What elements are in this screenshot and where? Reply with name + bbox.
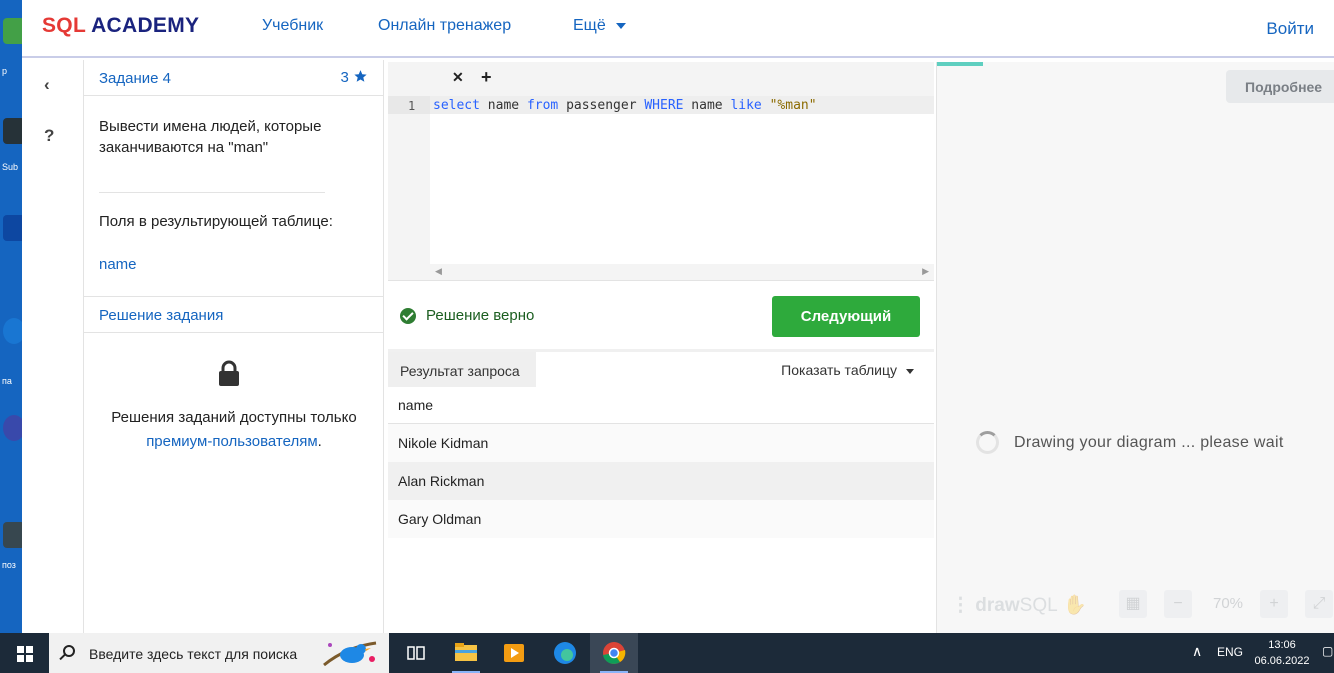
desktop-app-icon[interactable] — [3, 522, 22, 548]
chrome-browser-icon[interactable] — [590, 633, 638, 673]
diagram-loading-text: Drawing your diagram ... please wait — [1014, 434, 1284, 451]
horizontal-scrollbar[interactable]: ◀ ▶ — [430, 264, 934, 280]
lock-icon — [219, 360, 239, 386]
task-title: Задание 4 — [99, 70, 172, 87]
fullscreen-icon[interactable]: ⤢ — [1305, 590, 1333, 618]
status-row: Решение верно Следующий — [388, 280, 934, 346]
desktop-app-icon[interactable] — [3, 215, 22, 241]
help-icon[interactable]: ? — [44, 126, 54, 146]
result-fields-label: Поля в результирующей таблице: — [99, 213, 333, 230]
desktop-label: Sub — [2, 162, 19, 172]
editor-tabs: ✕ + — [388, 62, 934, 96]
tab-query-result[interactable]: Результат запроса — [388, 352, 536, 387]
drawsql-toolbar: ⋮ drawSQL ✋ ▦ − 70% + ⤢ — [951, 590, 1334, 618]
solution-title: Решение задания — [99, 307, 224, 324]
nav-more-dropdown[interactable]: Ещё — [573, 17, 626, 35]
windows-taskbar: Введите здесь текст для поиска ∧ ENG 13:… — [0, 633, 1334, 673]
task-header: Задание 4 3 — [84, 60, 384, 96]
desktop-app-icon[interactable] — [3, 118, 22, 144]
diagram-panel: Подробнее Drawing your diagram ... pleas… — [936, 62, 1334, 633]
task-description: Вывести имена людей, которые заканчивают… — [99, 118, 322, 156]
notification-icon[interactable]: ▢ — [1322, 644, 1333, 658]
more-details-button[interactable]: Подробнее — [1226, 70, 1334, 103]
video-player-icon[interactable] — [490, 633, 538, 673]
line-gutter: 1 — [388, 96, 430, 280]
sql-query-line[interactable]: select name from passenger WHERE name li… — [433, 98, 817, 113]
result-toolbar: Результат запроса Показать таблицу — [388, 349, 934, 387]
table-row: Nikole Kidman — [388, 424, 934, 462]
result-table: name Nikole Kidman Alan Rickman Gary Old… — [388, 387, 934, 538]
clock-time: 13:06 — [1268, 639, 1296, 651]
solution-section-header[interactable]: Решение задания — [84, 296, 384, 333]
show-table-dropdown[interactable]: Показать таблицу — [781, 362, 914, 378]
add-tab-icon[interactable]: + — [481, 67, 492, 88]
task-panel: Задание 4 3 Вывести имена людей, которые… — [84, 60, 384, 633]
zoom-in-icon[interactable]: + — [1260, 590, 1288, 618]
desktop-app-icon[interactable] — [3, 318, 22, 344]
check-circle-icon — [400, 308, 416, 324]
loading-spinner-icon — [976, 431, 999, 454]
line-number: 1 — [408, 99, 416, 113]
premium-notice: Решения заданий доступны только премиум-… — [111, 409, 357, 450]
star-icon — [354, 70, 367, 82]
search-icon — [63, 645, 75, 657]
tab-query-result-label: Результат запроса — [400, 363, 520, 379]
next-task-button[interactable]: Следующий — [772, 296, 920, 337]
bird-illustration-icon — [323, 641, 377, 667]
zoom-out-icon[interactable]: − — [1164, 590, 1192, 618]
login-link[interactable]: Войти — [1266, 19, 1314, 39]
taskbar-clock[interactable]: 13:06 06.06.2022 — [1252, 637, 1312, 669]
desktop-app-icon[interactable] — [3, 415, 22, 441]
desktop-label: поз — [2, 560, 16, 570]
file-explorer-icon[interactable] — [442, 633, 490, 673]
scroll-right-icon[interactable]: ▶ — [922, 266, 929, 277]
sql-academy-logo[interactable]: SQL ACADEMY — [42, 14, 199, 38]
top-navbar: SQL ACADEMY Учебник Онлайн тренажер Ещё … — [22, 0, 1334, 58]
desktop-app-icon[interactable] — [3, 18, 22, 44]
desktop-label: па — [2, 376, 12, 386]
chevron-left-icon[interactable]: ‹ — [44, 75, 50, 95]
clock-date: 06.06.2022 — [1254, 655, 1310, 667]
premium-users-link[interactable]: премиум-пользователям — [146, 433, 317, 450]
desktop-label: р — [2, 66, 8, 76]
scroll-left-icon[interactable]: ◀ — [435, 266, 442, 277]
task-score: 3 — [340, 69, 368, 86]
edge-browser-icon[interactable] — [541, 633, 589, 673]
zoom-level: 70% — [1213, 595, 1244, 612]
taskbar-search-box[interactable]: Введите здесь текст для поиска — [49, 633, 389, 673]
editor-panel: ✕ + 1 select name from passenger WHERE n… — [388, 62, 934, 633]
side-rail: ‹ ? — [22, 60, 84, 633]
chevron-up-icon[interactable]: ∧ — [1192, 643, 1202, 660]
sql-code-editor[interactable]: 1 select name from passenger WHERE name … — [388, 96, 934, 280]
desktop-strip: р Sub па поз — [0, 0, 22, 633]
drawsql-logo: ⋮ drawSQL ✋ — [951, 595, 1087, 616]
task-score-value: 3 — [340, 69, 349, 86]
close-tab-icon[interactable]: ✕ — [452, 69, 464, 86]
result-column-header: name — [388, 387, 934, 424]
table-row: Gary Oldman — [388, 500, 934, 538]
windows-start-icon[interactable] — [17, 646, 33, 662]
grid-icon[interactable]: ▦ — [1119, 590, 1147, 618]
task-view-icon[interactable] — [392, 633, 440, 673]
divider — [99, 192, 325, 193]
diagram-accent-bar — [937, 62, 983, 66]
nav-trainer-link[interactable]: Онлайн тренажер — [378, 17, 511, 35]
language-indicator[interactable]: ENG — [1217, 645, 1243, 659]
nav-tutorial-link[interactable]: Учебник — [262, 17, 323, 35]
solution-status: Решение верно — [426, 307, 535, 324]
taskbar-search-placeholder: Введите здесь текст для поиска — [89, 646, 298, 662]
result-field-name: name — [99, 256, 137, 273]
browser-page: SQL ACADEMY Учебник Онлайн тренажер Ещё … — [22, 0, 1334, 633]
table-row: Alan Rickman — [388, 462, 934, 500]
